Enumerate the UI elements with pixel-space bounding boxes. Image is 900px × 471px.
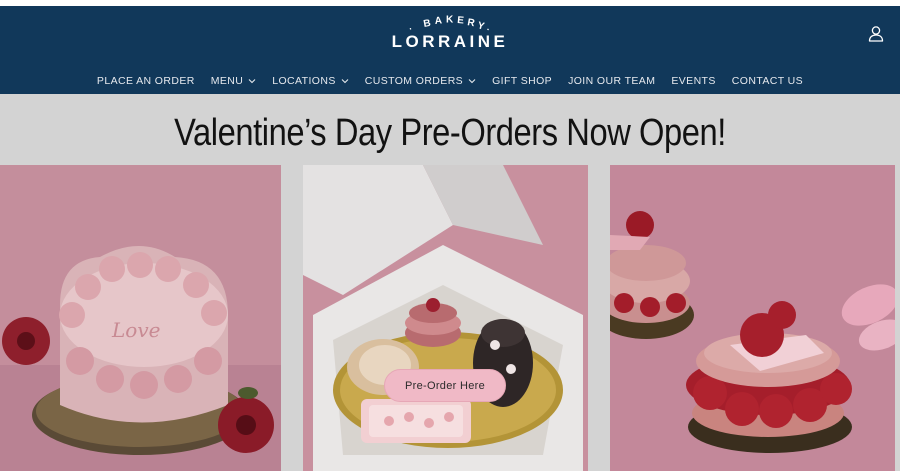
- svg-text:K: K: [446, 15, 454, 26]
- hero-title: Valentine’s Day Pre-Orders Now Open!: [174, 112, 726, 154]
- logo-name: LORRAINE: [391, 32, 509, 51]
- user-icon[interactable]: [866, 24, 886, 44]
- main-navigation: PLACE AN ORDER MENU LOCATIONS CUSTOM ORD…: [0, 70, 900, 92]
- bakery-logo[interactable]: · B A K E R Y · LORRAINE: [340, 10, 560, 66]
- nav-item-label: CONTACT US: [731, 75, 804, 87]
- logo-arc-text-b: B: [423, 18, 432, 30]
- hero-section: Valentine’s Day Pre-Orders Now Open! Lov…: [0, 94, 900, 471]
- nav-item-custom-orders[interactable]: CUSTOM ORDERS: [357, 75, 484, 87]
- chevron-down-icon: [341, 79, 349, 84]
- cake-image: Love: [0, 165, 281, 471]
- nav-item-menu[interactable]: MENU: [203, 75, 265, 87]
- nav-item-place-an-order[interactable]: PLACE AN ORDER: [89, 75, 203, 87]
- svg-text:A: A: [434, 15, 442, 27]
- site-header: · B A K E R Y · LORRAINE PLACE AN ORDER …: [0, 6, 900, 94]
- nav-item-contact-us[interactable]: CONTACT US: [724, 75, 811, 87]
- nav-item-label: LOCATIONS: [272, 75, 336, 87]
- treat-box-image: [303, 165, 588, 471]
- nav-item-join-our-team[interactable]: JOIN OUR TEAM: [560, 75, 663, 87]
- nav-item-gift-shop[interactable]: GIFT SHOP: [484, 75, 560, 87]
- nav-item-label: PLACE AN ORDER: [96, 75, 195, 87]
- nav-item-label: CUSTOM ORDERS: [364, 75, 464, 87]
- nav-item-label: JOIN OUR TEAM: [568, 75, 656, 87]
- cake-text: Love: [111, 318, 160, 342]
- nav-item-label: MENU: [210, 75, 244, 87]
- nav-item-label: GIFT SHOP: [492, 75, 553, 87]
- svg-text:R: R: [466, 17, 476, 29]
- macaron-image: [610, 165, 895, 471]
- chevron-down-icon: [248, 79, 256, 84]
- nav-item-events[interactable]: EVENTS: [663, 75, 723, 87]
- chevron-down-icon: [468, 79, 476, 84]
- pre-order-button[interactable]: Pre-Order Here: [384, 369, 506, 402]
- nav-item-locations[interactable]: LOCATIONS: [264, 75, 357, 87]
- svg-text:E: E: [457, 15, 465, 27]
- nav-item-label: EVENTS: [671, 75, 716, 87]
- svg-text:Y: Y: [476, 20, 485, 32]
